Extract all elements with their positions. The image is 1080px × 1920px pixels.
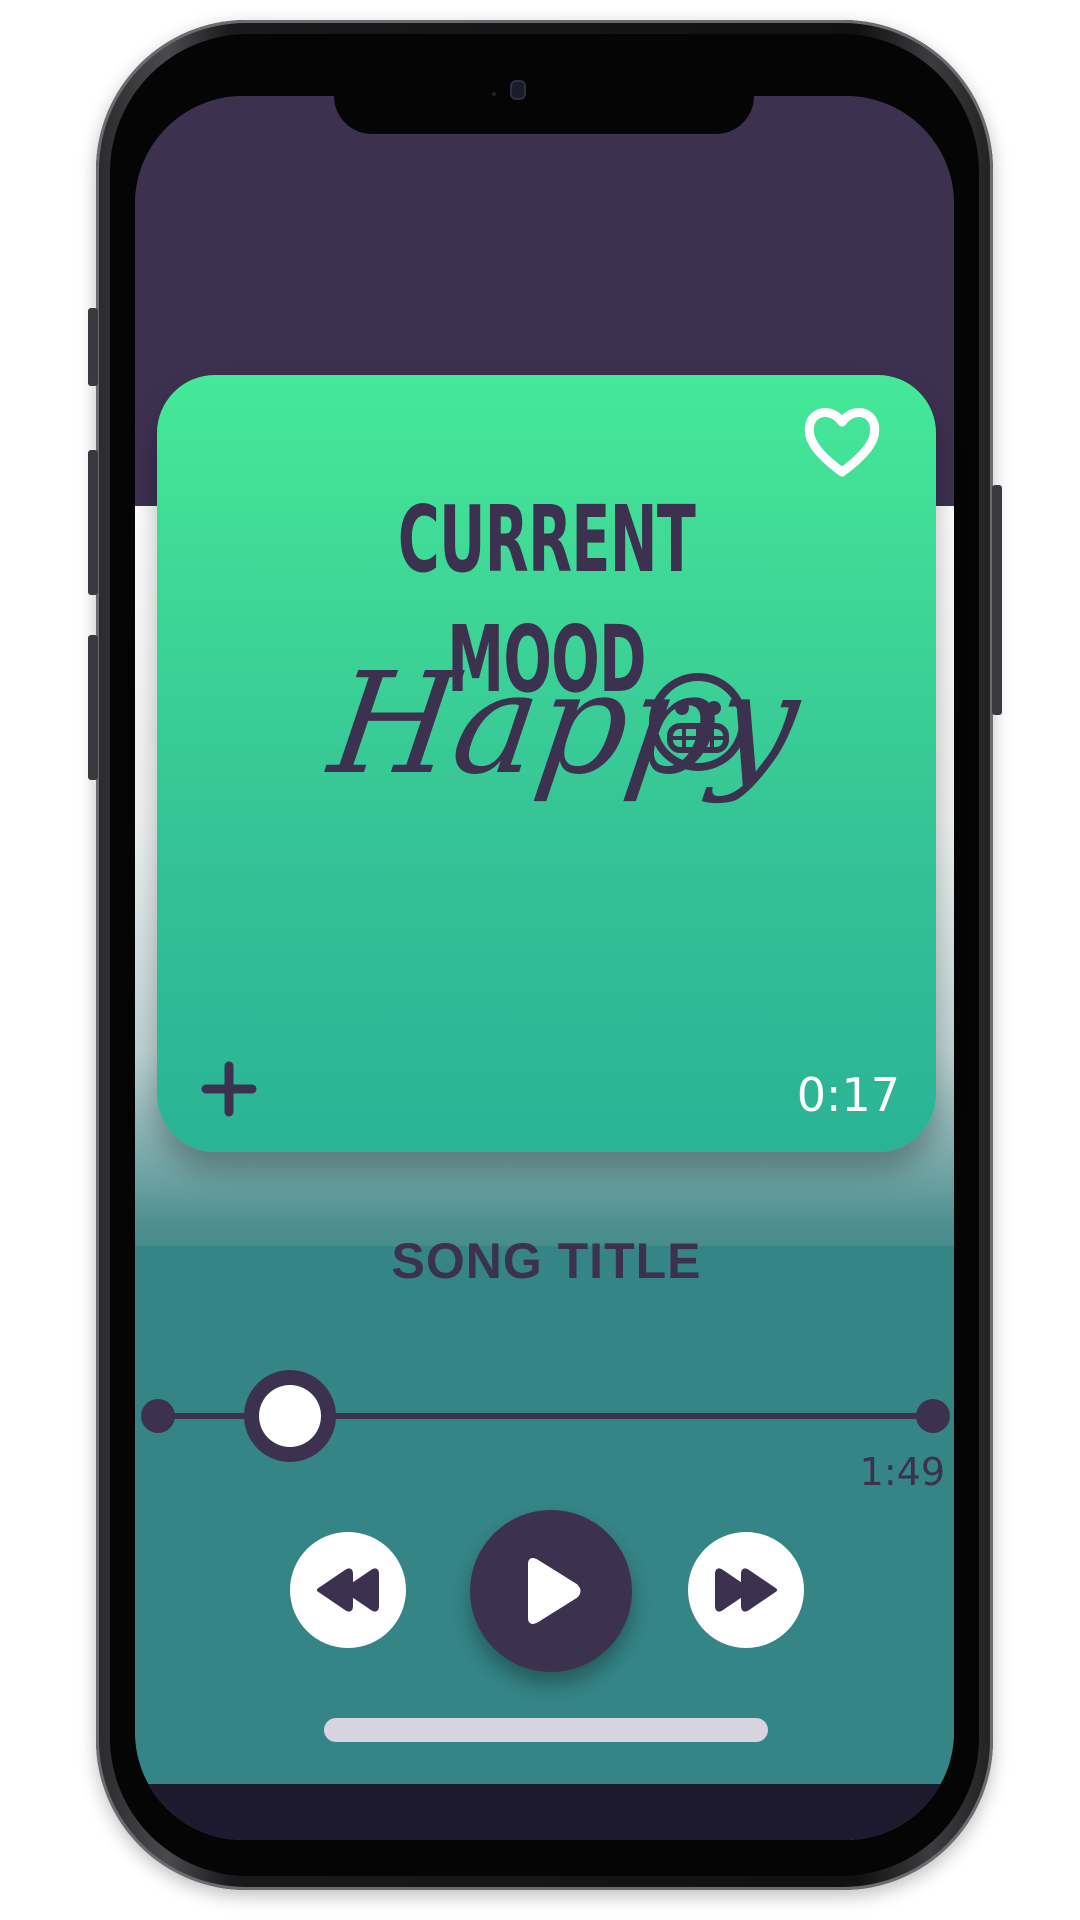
volume-up-button [88,450,98,595]
rewind-button[interactable] [290,1532,406,1648]
fast-forward-icon [715,1568,777,1612]
volume-down-button [88,635,98,780]
progress-start-dot [141,1399,175,1433]
play-icon [528,1558,581,1624]
heart-outline-icon[interactable] [802,404,882,480]
progress-end-dot [916,1399,950,1433]
notch [334,96,754,134]
grinning-face-icon [649,673,747,771]
device-stage: CURRENT MOOD Happy 0:17 SONG TITLE 1:49 [0,0,1080,1920]
progress-thumb[interactable] [243,1370,336,1462]
power-button [992,485,1002,715]
front-camera [510,80,526,100]
plus-icon[interactable] [200,1060,258,1118]
song-title: SONG TITLE [391,1233,702,1289]
home-indicator[interactable] [324,1718,768,1742]
elapsed-time: 0:17 [796,1068,900,1122]
total-time: 1:49 [859,1450,945,1494]
fast-forward-button[interactable] [688,1532,804,1648]
proximity-sensor [492,92,496,96]
progress-thumb-center [258,1385,321,1447]
mood-value: Happy [321,643,809,806]
mute-switch [88,308,98,386]
footer-background [135,1784,954,1840]
rewind-icon [317,1568,379,1612]
play-button[interactable] [470,1510,632,1672]
